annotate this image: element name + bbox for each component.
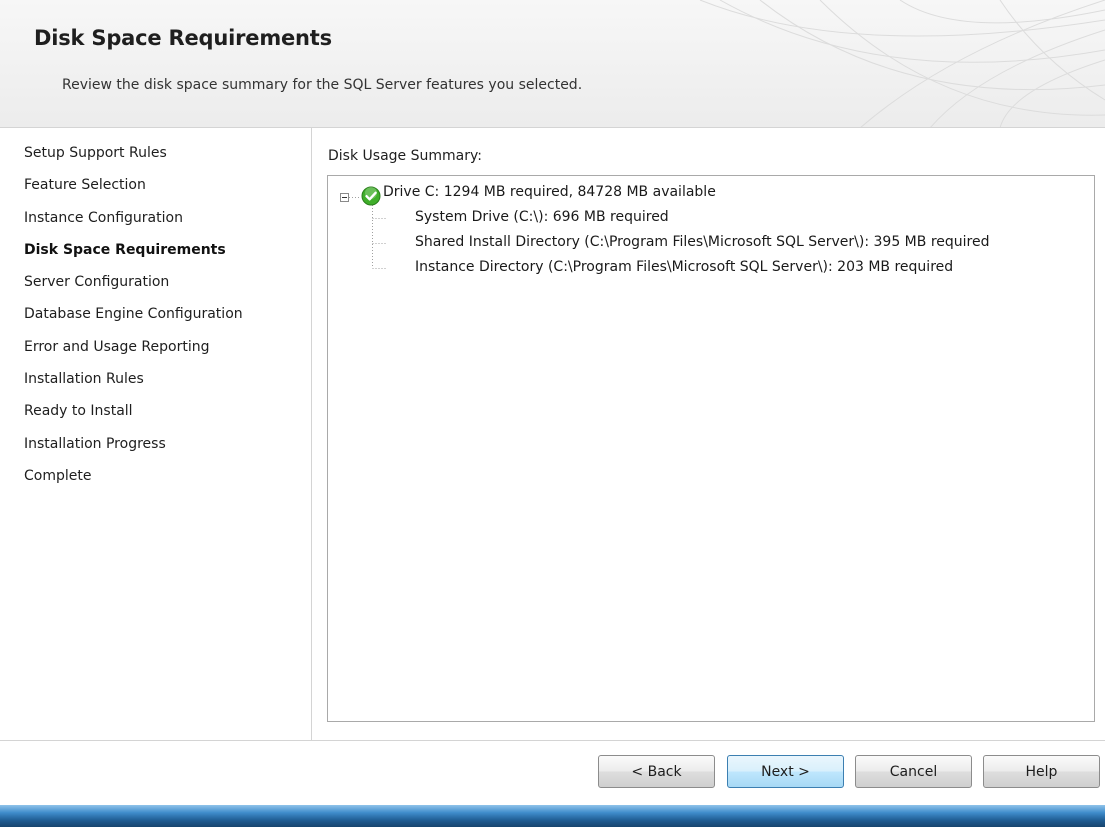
wizard-steps-list: Setup Support Rules Feature Selection Inst… xyxy=(24,144,243,499)
next-button[interactable]: Next > xyxy=(727,755,844,788)
drive-c-node-label[interactable]: Drive C: 1294 MB required, 84728 MB avai… xyxy=(383,184,716,200)
back-button[interactable]: < Back xyxy=(598,755,715,788)
nav-step-feature-selection[interactable]: Feature Selection xyxy=(24,176,243,208)
nav-step-instance-configuration[interactable]: Instance Configuration xyxy=(24,209,243,241)
disk-usage-tree[interactable]: Drive C: 1294 MB required, 84728 MB avai… xyxy=(327,175,1095,722)
shared-install-dir-node-label[interactable]: Shared Install Directory (C:\Program Fil… xyxy=(415,234,989,250)
nav-step-error-and-usage-reporting[interactable]: Error and Usage Reporting xyxy=(24,338,243,370)
nav-step-server-configuration[interactable]: Server Configuration xyxy=(24,273,243,305)
disk-usage-summary-label: Disk Usage Summary: xyxy=(328,148,482,164)
nav-step-setup-support-rules[interactable]: Setup Support Rules xyxy=(24,144,243,176)
wizard-steps-nav: Setup Support Rules Feature Selection Inst… xyxy=(0,128,311,740)
collapse-toggle[interactable] xyxy=(340,193,349,202)
nav-step-complete[interactable]: Complete xyxy=(24,467,243,499)
page-subtitle: Review the disk space summary for the SQ… xyxy=(62,77,583,93)
help-button[interactable]: Help xyxy=(983,755,1100,788)
nav-divider xyxy=(311,128,312,740)
nav-step-database-engine-configuration[interactable]: Database Engine Configuration xyxy=(24,305,243,337)
check-circle-icon xyxy=(361,186,381,206)
system-drive-node-label[interactable]: System Drive (C:\): 696 MB required xyxy=(415,209,669,225)
nav-step-installation-progress[interactable]: Installation Progress xyxy=(24,435,243,467)
nav-step-ready-to-install[interactable]: Ready to Install xyxy=(24,402,243,434)
taskbar-strip xyxy=(0,805,1105,827)
nav-step-disk-space-requirements[interactable]: Disk Space Requirements xyxy=(24,241,243,273)
instance-dir-node-label[interactable]: Instance Directory (C:\Program Files\Mic… xyxy=(415,259,953,275)
cancel-button[interactable]: Cancel xyxy=(855,755,972,788)
header-pattern-decoration xyxy=(699,0,1105,128)
footer-divider xyxy=(0,740,1105,741)
header-banner: Disk Space Requirements Review the disk … xyxy=(0,0,1105,128)
nav-step-installation-rules[interactable]: Installation Rules xyxy=(24,370,243,402)
page-title: Disk Space Requirements xyxy=(34,26,332,50)
